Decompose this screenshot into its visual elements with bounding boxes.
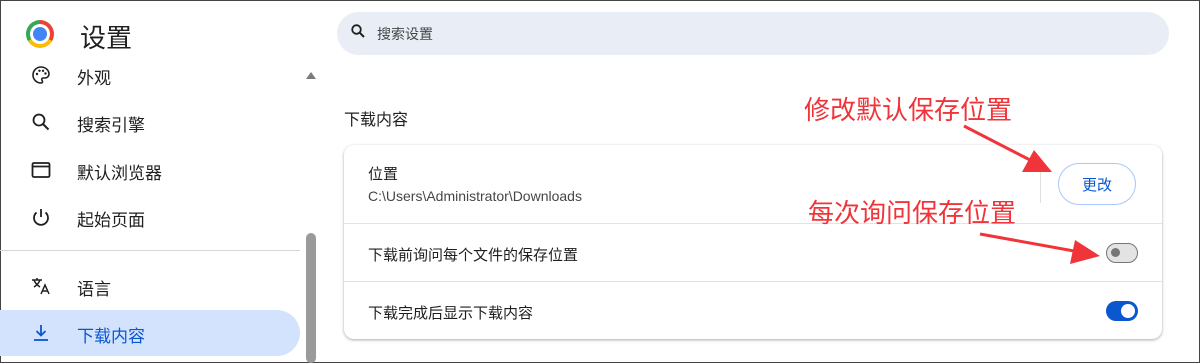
annotation-arrow-top	[963, 124, 1033, 163]
annotation-arrowhead-bottom	[1070, 240, 1100, 264]
annotation-arrows	[963, 124, 1100, 264]
annotation-arrow-bottom	[979, 232, 1075, 253]
annotation-arrowhead-top	[1022, 150, 1052, 172]
